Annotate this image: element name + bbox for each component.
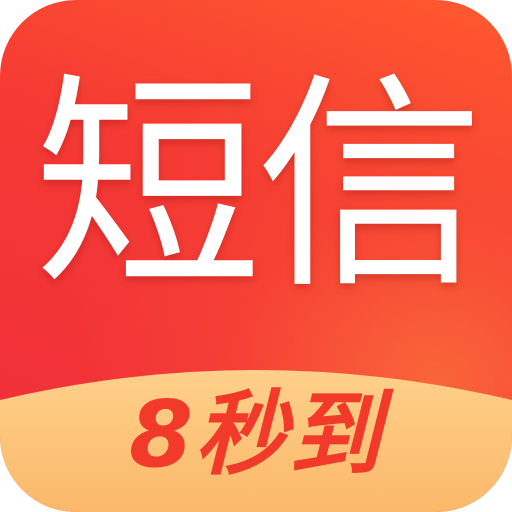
app-icon[interactable]: 短信 8秒到 [0,0,512,512]
tagline-text: 8秒到 [128,381,383,488]
